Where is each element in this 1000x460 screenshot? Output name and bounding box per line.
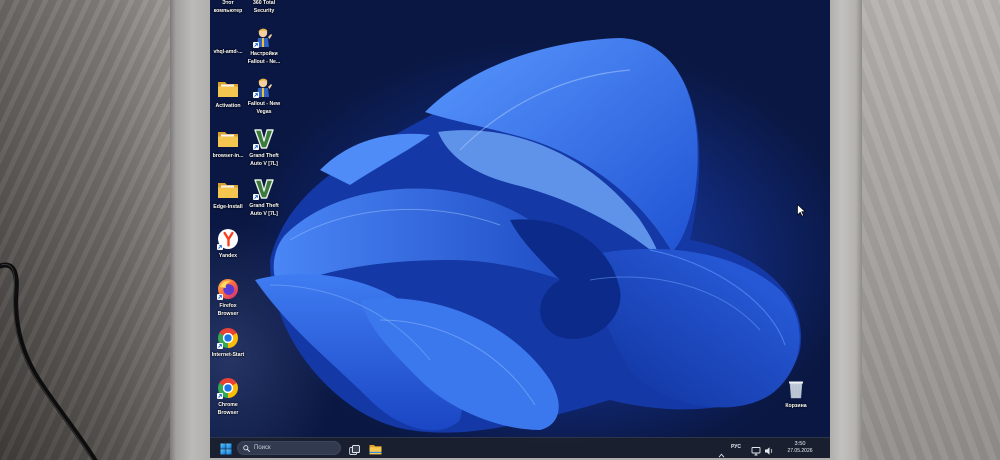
file-explorer-button[interactable]: [369, 442, 382, 458]
desktop-icon-gta-v-2[interactable]: Grand Theft Auto V [7L]: [247, 178, 281, 218]
desktop-icon-label: компьютер: [213, 7, 243, 14]
wallpaper-bloom: [220, 20, 830, 458]
desktop-icon-label: Security: [253, 7, 275, 14]
taskbar: Поиск РУС 3:50 27.05.2026: [210, 437, 830, 458]
shortcut-arrow-icon: [217, 294, 223, 300]
tray-overflow-button[interactable]: [718, 445, 725, 458]
clock-time: 3:50: [794, 441, 806, 447]
desktop-icon-activation[interactable]: Activation: [211, 78, 245, 111]
task-view-icon: [349, 445, 360, 455]
wall-right: [862, 0, 1000, 460]
desktop-icon-label: Fallout - New: [247, 101, 281, 107]
firefox-icon: [217, 278, 239, 300]
desktop-icon-label: Edge-Install: [213, 204, 243, 210]
chevron-up-icon: [718, 453, 725, 458]
desktop-icon-chrome[interactable]: Chrome Browser: [211, 377, 245, 417]
desktop-icon-fallout-new-vegas[interactable]: Fallout - New Vegas: [247, 76, 281, 116]
shortcut-arrow-icon: [217, 343, 223, 349]
desktop-icon-vhql-amd[interactable]: vhql-amd-...: [211, 49, 245, 57]
input-language-indicator[interactable]: РУС: [731, 444, 741, 451]
desktop-icon-label: 360 Total: [252, 0, 276, 6]
desktop-icon-gta-v[interactable]: Grand Theft Auto V [7L]: [247, 128, 281, 168]
desktop-icon-label: Firefox: [219, 303, 237, 309]
search-icon: [243, 444, 250, 452]
desktop-icon-label: Yandex: [218, 253, 238, 259]
desktop-icon-label: browser-in...: [212, 153, 244, 159]
desktop-icon-label: vhql-amd-...: [213, 49, 243, 55]
desktop-icon-yandex[interactable]: Yandex: [211, 228, 245, 261]
file-explorer-icon: [369, 445, 382, 455]
task-view-button[interactable]: [349, 443, 360, 458]
mouse-cursor-icon: [797, 204, 806, 217]
shortcut-arrow-icon: [253, 194, 259, 200]
volume-button[interactable]: [764, 443, 774, 458]
start-button[interactable]: [220, 442, 232, 458]
desktop-icon-fallout-settings[interactable]: Настройки Fallout - Ne...: [247, 26, 281, 66]
desktop-icon-label: Grand Theft: [249, 203, 279, 209]
gta-v-icon: [253, 178, 275, 200]
taskbar-search-box[interactable]: Поиск: [237, 441, 341, 455]
vault-boy-icon: [253, 76, 275, 98]
desktop-icon-label: Browser: [217, 310, 239, 317]
desktop-icon-label: Grand Theft: [249, 153, 279, 159]
recycle-bin-icon: [785, 378, 807, 400]
desktop-icon-recycle-bin[interactable]: Корзина: [779, 378, 813, 411]
desktop-icon-label: Auto V [7L]: [250, 210, 278, 217]
clock-date: 27.05.2026: [787, 448, 813, 454]
desktop-icon-360-total-security[interactable]: 360 Total Security: [247, 0, 281, 15]
yandex-icon: [217, 228, 239, 250]
gta-v-icon: [253, 128, 275, 150]
network-button[interactable]: [751, 443, 761, 458]
desktop-screen[interactable]: Поиск РУС 3:50 27.05.2026: [210, 0, 830, 458]
volume-icon: [765, 447, 773, 455]
desktop-icon-label: Chrome: [218, 402, 238, 408]
shortcut-arrow-icon: [217, 393, 223, 399]
desktop-icon-label: Настройки: [250, 51, 278, 57]
shortcut-arrow-icon: [253, 92, 259, 98]
folder-icon: [217, 128, 239, 150]
shortcut-arrow-icon: [253, 144, 259, 150]
chrome-icon: [217, 327, 239, 349]
folder-icon: [217, 78, 239, 100]
shortcut-arrow-icon: [253, 42, 259, 48]
desktop-icon-label: Корзина: [785, 403, 807, 409]
desktop-icon-browser-installer[interactable]: browser-in...: [211, 128, 245, 161]
desktop-icon-this-pc[interactable]: Этот компьютер: [211, 0, 245, 15]
vault-boy-icon: [253, 26, 275, 48]
desktop-icon-label: Browser: [217, 409, 239, 416]
desktop-icon-edge-install[interactable]: Edge-Install: [211, 179, 245, 212]
desktop-icon-internet-start[interactable]: Internet-Start: [211, 327, 245, 360]
windows-logo-icon: [220, 443, 232, 455]
taskbar-clock[interactable]: 3:50 27.05.2026: [778, 441, 822, 455]
desktop-icon-label: Activation: [215, 103, 241, 109]
folder-icon: [217, 179, 239, 201]
network-icon: [751, 447, 761, 456]
desktop-icon-label: Internet-Start: [211, 352, 245, 358]
desktop-icon-label: Fallout - Ne...: [247, 58, 281, 65]
chrome-icon: [217, 377, 239, 399]
photo-of-monitor: Поиск РУС 3:50 27.05.2026 Этот компьютер…: [0, 0, 1000, 460]
search-placeholder: Поиск: [254, 445, 271, 451]
power-cable: [0, 262, 98, 460]
desktop-icon-label: Auto V [7L]: [250, 160, 278, 167]
desktop-icon-label: Этот: [222, 0, 234, 6]
desktop-icon-label: Vegas: [256, 108, 272, 115]
desktop-icon-firefox[interactable]: Firefox Browser: [211, 278, 245, 318]
shortcut-arrow-icon: [217, 244, 223, 250]
